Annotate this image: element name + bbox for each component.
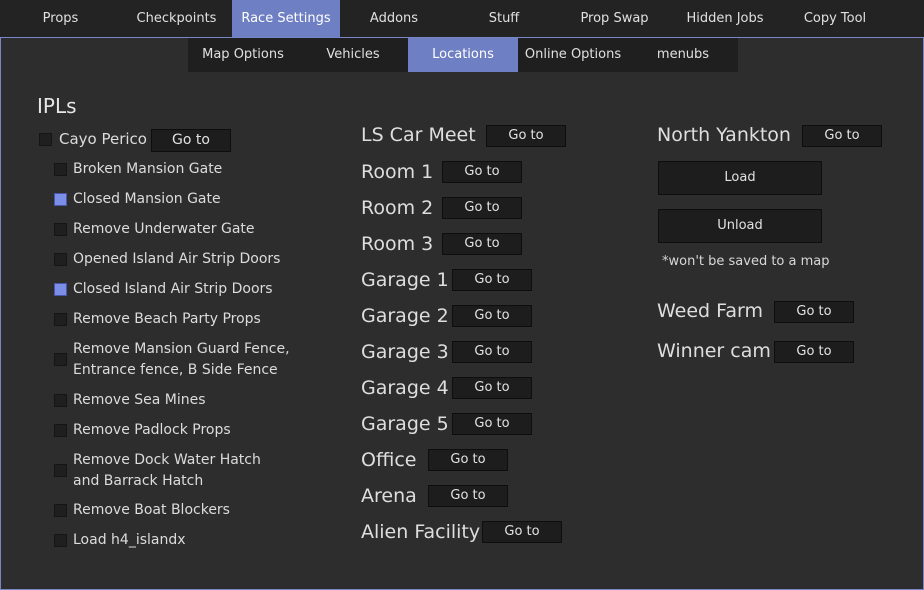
cayo-perico-label: Cayo Perico: [59, 130, 147, 148]
tab-checkpoints[interactable]: Checkpoints: [121, 0, 232, 37]
location-winner-cam: Winner cam: [657, 340, 771, 362]
checkbox-remove-sea-mines[interactable]: [54, 394, 67, 407]
label-closed-mansion-gate: Closed Mansion Gate: [73, 191, 221, 207]
goto-arena-button[interactable]: Go to: [428, 485, 508, 507]
checkbox-opened-air-strip-doors[interactable]: [54, 253, 67, 266]
load-north-yankton-button[interactable]: Load: [658, 161, 822, 195]
checkbox-closed-mansion-gate[interactable]: [54, 193, 67, 206]
label-opened-air-strip-doors: Opened Island Air Strip Doors: [73, 251, 281, 267]
goto-garage-3-button[interactable]: Go to: [452, 341, 532, 363]
goto-winner-cam-button[interactable]: Go to: [774, 341, 854, 363]
subtab-online-options[interactable]: Online Options: [518, 38, 628, 72]
location-room-1: Room 1: [361, 161, 434, 183]
tab-addons[interactable]: Addons: [340, 0, 448, 37]
tab-prop-swap[interactable]: Prop Swap: [560, 0, 669, 37]
goto-ls-car-meet-button[interactable]: Go to: [486, 125, 566, 147]
subtab-vehicles[interactable]: Vehicles: [298, 38, 408, 72]
location-garage-4: Garage 4: [361, 377, 449, 399]
cayo-perico-checkbox[interactable]: [39, 133, 52, 146]
label-broken-mansion-gate: Broken Mansion Gate: [73, 161, 223, 177]
tab-copy-tool[interactable]: Copy Tool: [781, 0, 889, 37]
label-closed-air-strip-doors: Closed Island Air Strip Doors: [73, 281, 273, 297]
label-remove-dock-water-hatch: Remove Dock Water Hatch: [73, 452, 261, 468]
subtab-locations[interactable]: Locations: [408, 38, 518, 72]
label-remove-sea-mines: Remove Sea Mines: [73, 392, 206, 408]
checkbox-remove-padlock-props[interactable]: [54, 424, 67, 437]
location-garage-2: Garage 2: [361, 305, 449, 327]
location-alien-facility: Alien Facility: [361, 521, 481, 543]
goto-garage-2-button[interactable]: Go to: [452, 305, 532, 327]
tab-hidden-jobs[interactable]: Hidden Jobs: [669, 0, 781, 37]
subtab-menubs[interactable]: menubs: [628, 38, 738, 72]
location-garage-3: Garage 3: [361, 341, 449, 363]
goto-room-2-button[interactable]: Go to: [442, 197, 522, 219]
location-north-yankton: North Yankton: [657, 124, 791, 146]
checkbox-remove-underwater-gate[interactable]: [54, 223, 67, 236]
location-room-3: Room 3: [361, 233, 434, 255]
label-remove-beach-party-props: Remove Beach Party Props: [73, 311, 261, 327]
subtab-map-options[interactable]: Map Options: [188, 38, 298, 72]
location-weed-farm: Weed Farm: [657, 300, 763, 322]
cayo-perico-goto-button[interactable]: Go to: [151, 129, 231, 152]
goto-garage-4-button[interactable]: Go to: [452, 377, 532, 399]
goto-garage-1-button[interactable]: Go to: [452, 269, 532, 291]
checkbox-load-h4-islandx[interactable]: [54, 534, 67, 547]
location-garage-1: Garage 1: [361, 269, 449, 291]
location-garage-5: Garage 5: [361, 413, 449, 435]
checkbox-remove-dock-water-hatch[interactable]: [54, 464, 67, 477]
location-ls-car-meet: LS Car Meet: [361, 124, 476, 146]
goto-alien-facility-button[interactable]: Go to: [482, 521, 562, 543]
goto-north-yankton-button[interactable]: Go to: [802, 125, 882, 147]
save-note: *won't be saved to a map: [662, 254, 830, 269]
tab-stuff[interactable]: Stuff: [448, 0, 560, 37]
unload-north-yankton-button[interactable]: Unload: [658, 209, 822, 243]
goto-room-1-button[interactable]: Go to: [442, 161, 522, 183]
tab-race-settings[interactable]: Race Settings: [232, 0, 340, 37]
label-remove-dock-water-hatch-line2: and Barrack Hatch: [73, 473, 204, 489]
checkbox-remove-beach-party-props[interactable]: [54, 313, 67, 326]
goto-office-button[interactable]: Go to: [428, 449, 508, 471]
checkbox-broken-mansion-gate[interactable]: [54, 163, 67, 176]
label-remove-mansion-guard-fence: Remove Mansion Guard Fence,: [73, 341, 290, 357]
label-remove-mansion-guard-fence-line2: Entrance fence, B Side Fence: [73, 362, 278, 378]
checkbox-remove-mansion-guard-fence[interactable]: [54, 353, 67, 366]
goto-weed-farm-button[interactable]: Go to: [774, 301, 854, 323]
label-load-h4-islandx: Load h4_islandx: [73, 532, 186, 548]
goto-room-3-button[interactable]: Go to: [442, 233, 522, 255]
checkbox-remove-boat-blockers[interactable]: [54, 504, 67, 517]
goto-garage-5-button[interactable]: Go to: [452, 413, 532, 435]
label-remove-boat-blockers: Remove Boat Blockers: [73, 502, 230, 518]
ipls-heading: IPLs: [37, 94, 77, 118]
label-remove-underwater-gate: Remove Underwater Gate: [73, 221, 255, 237]
tab-props[interactable]: Props: [0, 0, 121, 37]
label-remove-padlock-props: Remove Padlock Props: [73, 422, 231, 438]
checkbox-closed-air-strip-doors[interactable]: [54, 283, 67, 296]
sub-tab-bar: Map Options Vehicles Locations Online Op…: [188, 38, 738, 72]
main-panel: Map Options Vehicles Locations Online Op…: [0, 37, 924, 590]
top-tab-bar: Props Checkpoints Race Settings Addons S…: [0, 0, 924, 37]
location-arena: Arena: [361, 485, 417, 507]
location-office: Office: [361, 449, 417, 471]
location-room-2: Room 2: [361, 197, 434, 219]
